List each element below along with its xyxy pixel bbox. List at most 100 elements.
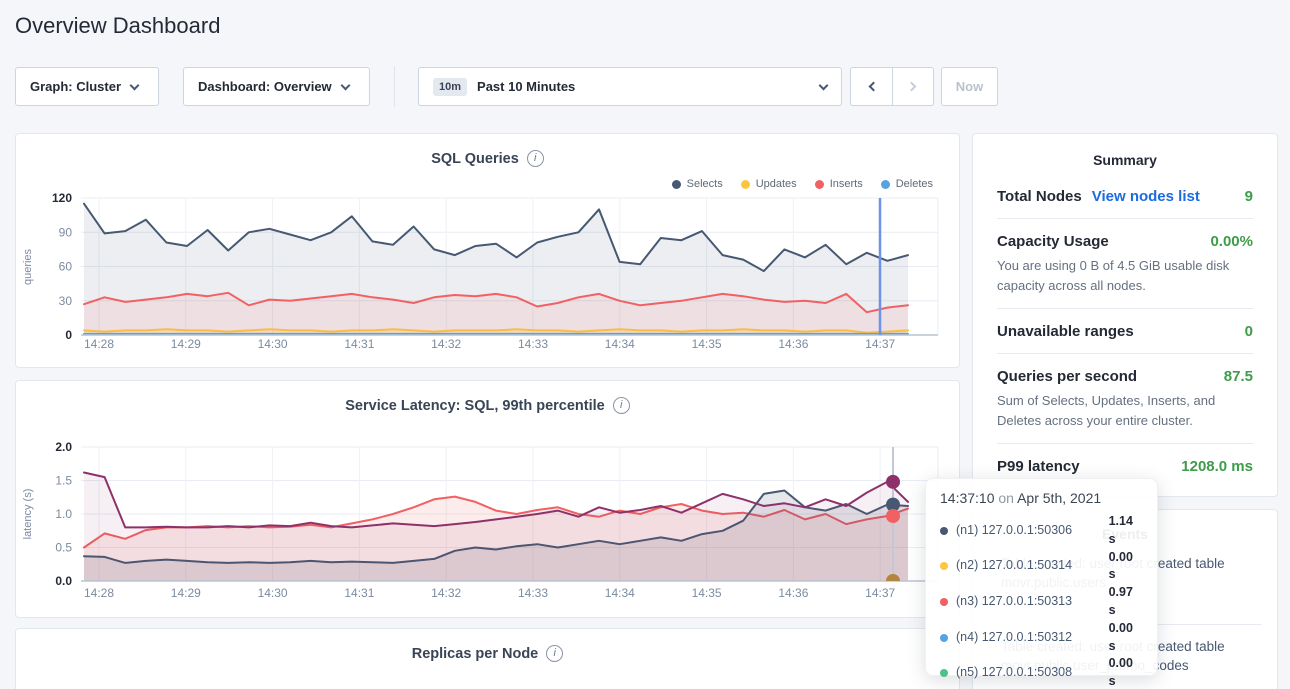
deletes-dot-icon: [881, 180, 890, 189]
chevron-down-icon: [340, 80, 350, 90]
view-nodes-list-link[interactable]: View nodes list: [1092, 188, 1200, 205]
time-next-button[interactable]: [892, 68, 933, 105]
node-dot-icon: [940, 527, 948, 535]
summary-row-qps: Queries per second 87.5 Sum of Selects, …: [997, 354, 1253, 444]
svg-text:0.5: 0.5: [55, 541, 72, 555]
graph-dropdown-label: Graph: Cluster: [30, 79, 121, 94]
svg-text:queries: queries: [22, 248, 34, 285]
svg-text:30: 30: [59, 294, 73, 308]
legend-item-inserts: Inserts: [815, 178, 863, 190]
chevron-down-icon: [819, 80, 829, 90]
capacity-usage-description: You are using 0 B of 4.5 GiB usable disk…: [997, 256, 1253, 295]
svg-text:14:29: 14:29: [171, 337, 201, 351]
now-button[interactable]: Now: [941, 67, 998, 106]
p99-latency-value: 1208.0 ms: [1181, 458, 1253, 475]
sql-queries-chart[interactable]: 14:28 14:29 14:30 14:31 14:32 14:33 14:34 14:35…: [18, 190, 959, 362]
chevron-down-icon: [130, 80, 140, 90]
chevron-left-icon: [868, 82, 878, 92]
svg-text:14:28: 14:28: [84, 586, 114, 600]
service-latency-chart[interactable]: 14:2814:2914:3014:3114:3214:3314:3414:35…: [18, 439, 959, 611]
svg-text:14:36: 14:36: [778, 586, 808, 600]
node-dot-icon: [940, 562, 948, 570]
info-icon[interactable]: [613, 397, 630, 414]
legend-item-selects: Selects: [672, 178, 723, 190]
svg-text:14:37: 14:37: [865, 586, 895, 600]
info-icon[interactable]: [527, 150, 544, 167]
graph-dropdown[interactable]: Graph: Cluster: [15, 67, 159, 106]
p99-latency-label: P99 latency: [997, 458, 1080, 475]
qps-label: Queries per second: [997, 368, 1137, 385]
legend-item-updates: Updates: [741, 178, 797, 190]
node-dot-icon: [940, 669, 948, 677]
svg-text:0: 0: [65, 328, 72, 342]
svg-text:14:37: 14:37: [865, 337, 895, 351]
sql-queries-card: SQL Queries Selects Updates Inserts Dele…: [15, 133, 960, 368]
summary-panel: Summary Total Nodes View nodes list 9 Ca…: [972, 133, 1278, 497]
summary-row-total-nodes: Total Nodes View nodes list 9: [997, 174, 1253, 219]
dashboard-dropdown[interactable]: Dashboard: Overview: [183, 67, 370, 106]
summary-row-unavailable-ranges: Unavailable ranges 0: [997, 309, 1253, 354]
svg-text:14:28: 14:28: [84, 337, 114, 351]
tooltip-row: (n4) 127.0.0.1:503120.00 s: [940, 620, 1143, 656]
updates-dot-icon: [741, 180, 750, 189]
page-title: Overview Dashboard: [15, 13, 220, 39]
overview-dashboard-page: Overview Dashboard Graph: Cluster Dashbo…: [0, 0, 1290, 689]
selects-dot-icon: [672, 180, 681, 189]
tooltip-timestamp: 14:37:10 on Apr 5th, 2021: [940, 490, 1143, 506]
chevron-right-icon: [907, 82, 917, 92]
legend-item-deletes: Deletes: [881, 178, 933, 190]
total-nodes-label: Total Nodes: [997, 188, 1082, 205]
sql-queries-chart-title: SQL Queries: [431, 151, 519, 167]
svg-text:2.0: 2.0: [55, 440, 72, 454]
replicas-per-node-card: Replicas per Node: [15, 628, 960, 689]
svg-text:14:30: 14:30: [258, 337, 288, 351]
node-dot-icon: [940, 598, 948, 606]
time-range-selector[interactable]: 10m Past 10 Minutes: [418, 67, 842, 106]
svg-text:90: 90: [59, 225, 73, 239]
tooltip-row: (n1) 127.0.0.1:503061.14 s: [940, 513, 1143, 549]
svg-text:14:36: 14:36: [778, 337, 808, 351]
svg-text:14:32: 14:32: [431, 337, 461, 351]
service-latency-card: Service Latency: SQL, 99th percentile 14…: [15, 380, 960, 618]
svg-text:1.5: 1.5: [55, 474, 72, 488]
unavailable-ranges-label: Unavailable ranges: [997, 323, 1134, 340]
time-range-badge: 10m: [433, 78, 467, 96]
capacity-usage-label: Capacity Usage: [997, 233, 1109, 250]
time-prev-button[interactable]: [851, 68, 892, 105]
svg-text:14:34: 14:34: [605, 337, 635, 351]
svg-text:14:33: 14:33: [518, 586, 548, 600]
summary-row-capacity: Capacity Usage 0.00% You are using 0 B o…: [997, 219, 1253, 309]
svg-text:60: 60: [59, 260, 73, 274]
svg-text:1.0: 1.0: [55, 507, 72, 521]
info-icon[interactable]: [546, 645, 563, 662]
time-step-buttons: [850, 67, 934, 106]
summary-panel-title: Summary: [973, 134, 1277, 168]
dashboard-dropdown-label: Dashboard: Overview: [198, 79, 332, 94]
toolbar-divider: [394, 66, 395, 107]
svg-text:120: 120: [52, 191, 72, 205]
tooltip-row: (n5) 127.0.0.1:503080.00 s: [940, 655, 1143, 689]
svg-text:14:32: 14:32: [431, 586, 461, 600]
sql-queries-legend: Selects Updates Inserts Deletes: [672, 178, 933, 190]
tooltip-row: (n3) 127.0.0.1:503130.97 s: [940, 584, 1143, 620]
inserts-dot-icon: [815, 180, 824, 189]
capacity-usage-value: 0.00%: [1210, 233, 1253, 250]
time-range-label: Past 10 Minutes: [477, 79, 575, 94]
total-nodes-value: 9: [1245, 188, 1253, 205]
qps-description: Sum of Selects, Updates, Inserts, and De…: [997, 391, 1253, 430]
svg-text:14:29: 14:29: [171, 586, 201, 600]
qps-value: 87.5: [1224, 368, 1253, 385]
chart-hover-tooltip: 14:37:10 on Apr 5th, 2021 (n1) 127.0.0.1…: [925, 478, 1158, 676]
tooltip-row: (n2) 127.0.0.1:503140.00 s: [940, 549, 1143, 585]
service-latency-chart-title: Service Latency: SQL, 99th percentile: [345, 398, 605, 414]
svg-text:14:35: 14:35: [692, 586, 722, 600]
node-dot-icon: [940, 634, 948, 642]
svg-text:14:33: 14:33: [518, 337, 548, 351]
svg-text:14:34: 14:34: [605, 586, 635, 600]
svg-text:14:31: 14:31: [344, 337, 374, 351]
svg-text:latency (s): latency (s): [22, 489, 34, 540]
svg-text:14:35: 14:35: [692, 337, 722, 351]
svg-text:14:31: 14:31: [344, 586, 374, 600]
svg-text:0.0: 0.0: [55, 574, 72, 588]
unavailable-ranges-value: 0: [1245, 323, 1253, 340]
